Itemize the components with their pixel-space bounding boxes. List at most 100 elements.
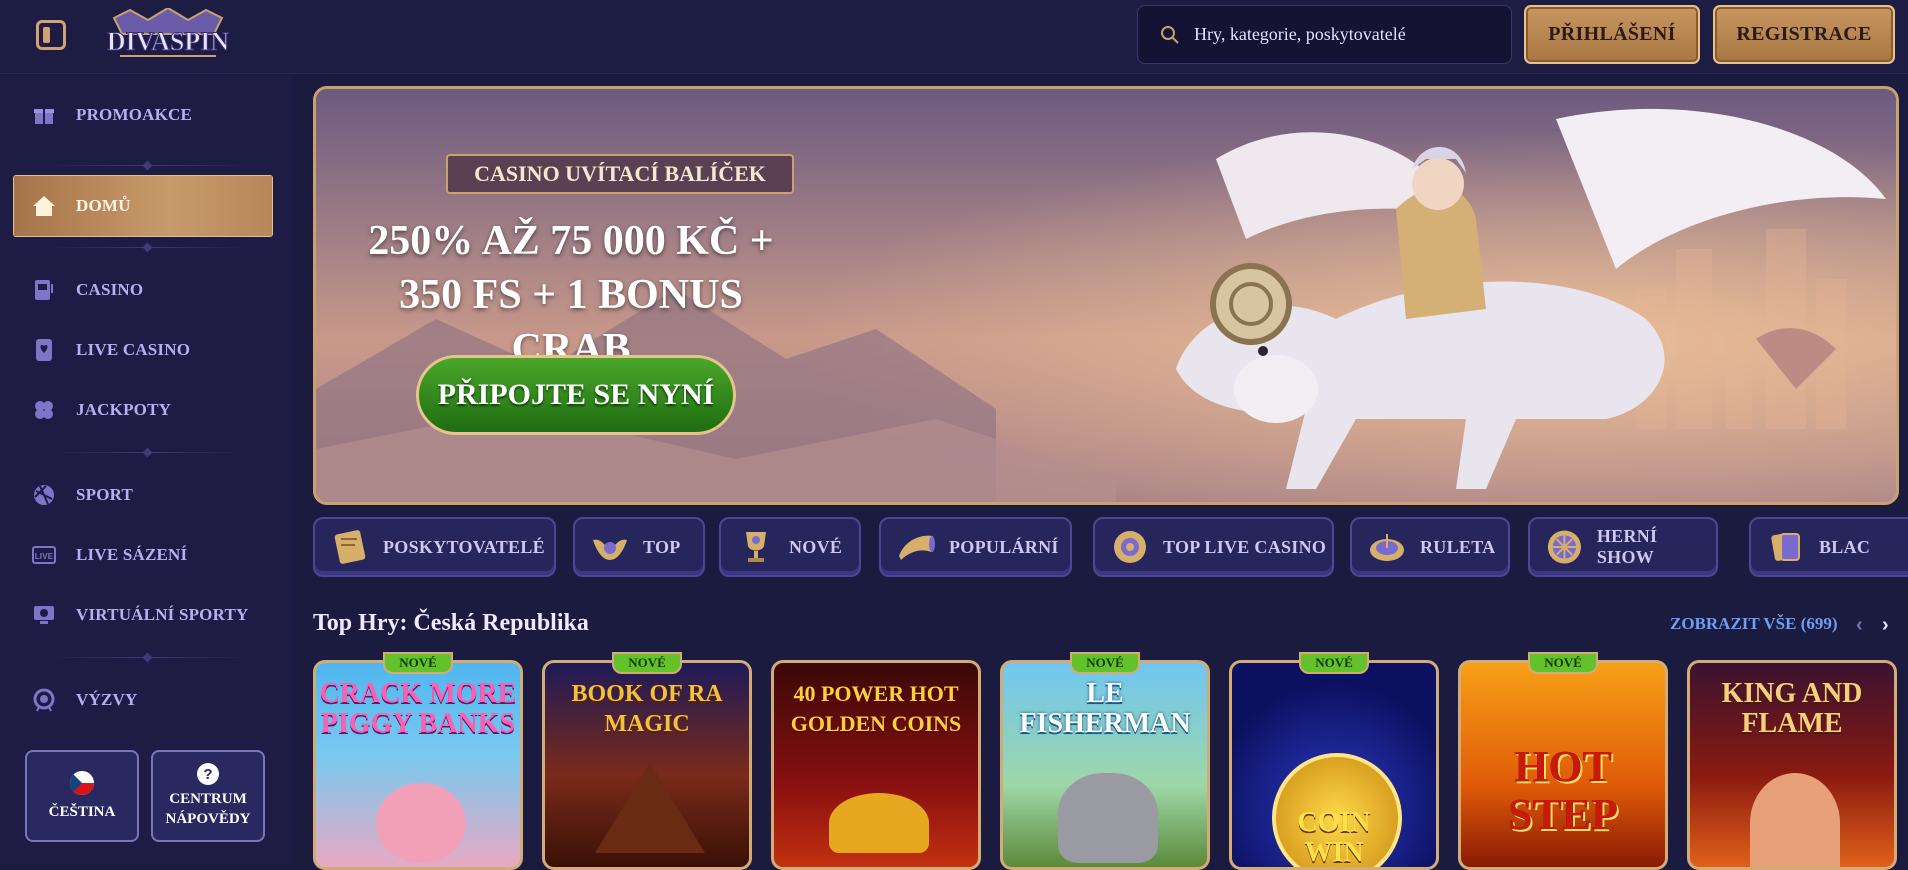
tab-label: BLAC [1819,536,1871,557]
sidebar-item-label: SPORT [76,485,134,504]
virtual-sports-icon [32,603,56,627]
category-tabs: POSKYTOVATELÉ TOP NOVÉ POPULÁRNÍ TOP LIV… [313,517,1908,579]
register-button[interactable]: REGISTRACE [1713,5,1895,64]
sidebar-item-label: CASINO [76,280,144,299]
sidebar-item-live-sazeni[interactable]: LIVE LIVE SÁZENÍ [14,527,272,583]
game-title: KING AND FLAME [1721,678,1863,739]
trophy-icon [746,532,766,562]
new-badge: NOVÉ [612,652,682,674]
sidebar-item-label: LIVE SÁZENÍ [76,545,188,564]
czech-flag-icon [69,771,94,795]
sidebar-item-label: DOMŮ [76,196,131,215]
tab-label: NOVÉ [789,536,843,557]
logo-text: DIVASPIN [107,27,230,56]
game-tile-crack-more-piggy-banks[interactable]: CRACK MORE PIGGY BANKS [313,660,523,870]
language-label: ČEŠTINA [48,804,116,820]
login-button[interactable]: PŘIHLÁŠENÍ [1524,5,1700,64]
help-label: CENTRUM NÁPOVĚDY [165,791,251,827]
tab-blackjack[interactable]: BLAC [1749,517,1908,577]
sidebar-item-casino[interactable]: CASINO [14,262,272,318]
tab-label: POPULÁRNÍ [949,536,1059,557]
game-tile-king-and-flame[interactable]: KING AND FLAME [1687,660,1897,870]
chip-icon [1114,531,1146,563]
question-icon: ? [197,763,219,785]
join-now-button[interactable]: PŘIPOJTE SE NYNÍ [416,355,736,435]
scroll-icon [334,530,366,564]
sidebar-item-virtualni-sporty[interactable]: VIRTUÁLNÍ SPORTY [14,587,272,643]
tab-label: HERNÍ SHOW [1596,526,1658,567]
new-badge: NOVÉ [1299,652,1369,674]
coin-pot-figure [829,793,929,853]
help-center-button[interactable]: ? CENTRUM NÁPOVĚDY [151,750,265,842]
game-title: BOOK OF RA MAGIC [571,681,723,737]
sidebar-item-domu[interactable]: DOMŮ [14,176,272,236]
chevron-left-icon[interactable]: ‹ [1856,614,1876,636]
roulette-icon [1370,534,1404,561]
medal-icon [32,688,56,712]
game-tile-coin-win[interactable]: COIN WIN [1229,660,1439,870]
tab-top[interactable]: TOP [573,517,705,577]
top-bar: DIVASPIN PŘIHLÁŠENÍ REGISTRACE [0,0,1908,74]
divider [48,247,248,248]
wheel-icon [1547,530,1581,564]
divider [48,657,248,658]
tab-ruleta[interactable]: RULETA [1350,517,1510,577]
section-title: Top Hry: Česká Republika [313,610,589,636]
sidebar-item-vyzvy[interactable]: VÝZVY [14,672,272,728]
sidebar-item-promoakce[interactable]: PROMOAKCE [14,87,272,143]
search-box[interactable] [1137,5,1512,64]
game-title: LE FISHERMAN [1019,678,1191,739]
search-input[interactable] [1194,24,1494,45]
tab-nove[interactable]: NOVÉ [719,517,861,577]
tab-label: TOP [643,536,681,557]
search-icon [1161,25,1179,44]
temple-figure [595,763,705,853]
clover-icon [32,398,56,422]
raccoon-figure [1058,773,1158,863]
live-icon: LIVE [32,543,56,567]
sidebar-item-label: VIRTUÁLNÍ SPORTY [76,605,249,624]
chevron-right-icon[interactable]: › [1882,614,1902,636]
tab-herni-show[interactable]: HERNÍ SHOW [1528,517,1718,577]
tab-label: POSKYTOVATELÉ [383,536,545,557]
sidebar-item-label: LIVE CASINO [76,340,191,359]
language-button[interactable]: ČEŠTINA [25,750,139,842]
horn-icon [899,535,935,560]
game-title: HOT STEP [1507,742,1619,839]
sidebar-item-jackpoty[interactable]: JACKPOTY [14,382,272,438]
tab-poskytovatele[interactable]: POSKYTOVATELÉ [313,517,556,577]
home-icon [32,194,56,218]
tab-label: TOP LIVE CASINO [1163,536,1327,557]
ball-icon [32,483,56,507]
gift-icon [32,103,56,127]
divider [48,452,248,453]
divider [48,165,248,166]
piggy-figure [376,783,466,863]
new-badge: NOVÉ [1528,652,1598,674]
sidebar-item-sport[interactable]: SPORT [14,467,272,523]
sidebar-item-label: JACKPOTY [76,400,172,419]
view-all-link[interactable]: ZOBRAZIT VŠE (699) [1670,614,1838,634]
promo-banner[interactable]: CASINO UVÍTACÍ BALÍČEK 250% AŽ 75 000 KČ… [313,86,1899,505]
new-badge: NOVÉ [383,652,453,674]
cards-icon [1771,533,1800,561]
sidebar: PROMOAKCE DOMŮ CASINO LIVE CASINO JACKPO… [0,75,292,863]
game-tile-hot-step[interactable]: HOT STEP [1458,660,1668,870]
game-tile-40-power-hot-golden-coins[interactable]: 40 POWER HOT GOLDEN COINS [771,660,981,870]
winged-crown-icon [593,539,627,560]
tab-popularni[interactable]: POPULÁRNÍ [879,517,1072,577]
divaspin-logo[interactable]: DIVASPIN [100,8,236,64]
game-tile-book-of-ra-magic[interactable]: BOOK OF RA MAGIC [542,660,752,870]
sidebar-toggle-icon[interactable] [36,20,66,50]
sidebar-item-live-casino[interactable]: LIVE CASINO [14,322,272,378]
game-title: 40 POWER HOT GOLDEN COINS [790,681,962,736]
game-tile-le-fisherman[interactable]: LE FISHERMAN [1000,660,1210,870]
queen-figure [1750,773,1840,867]
game-title: CRACK MORE PIGGY BANKS [319,678,517,739]
new-badge: NOVÉ [1070,652,1140,674]
svg-text:LIVE: LIVE [35,552,54,561]
card-icon [32,338,56,362]
tab-top-live-casino[interactable]: TOP LIVE CASINO [1093,517,1334,577]
welcome-package-pill: CASINO UVÍTACÍ BALÍČEK [446,154,794,194]
bonus-headline: 250% AŽ 75 000 KČ + 350 FS + 1 BONUS CRA… [368,218,774,372]
